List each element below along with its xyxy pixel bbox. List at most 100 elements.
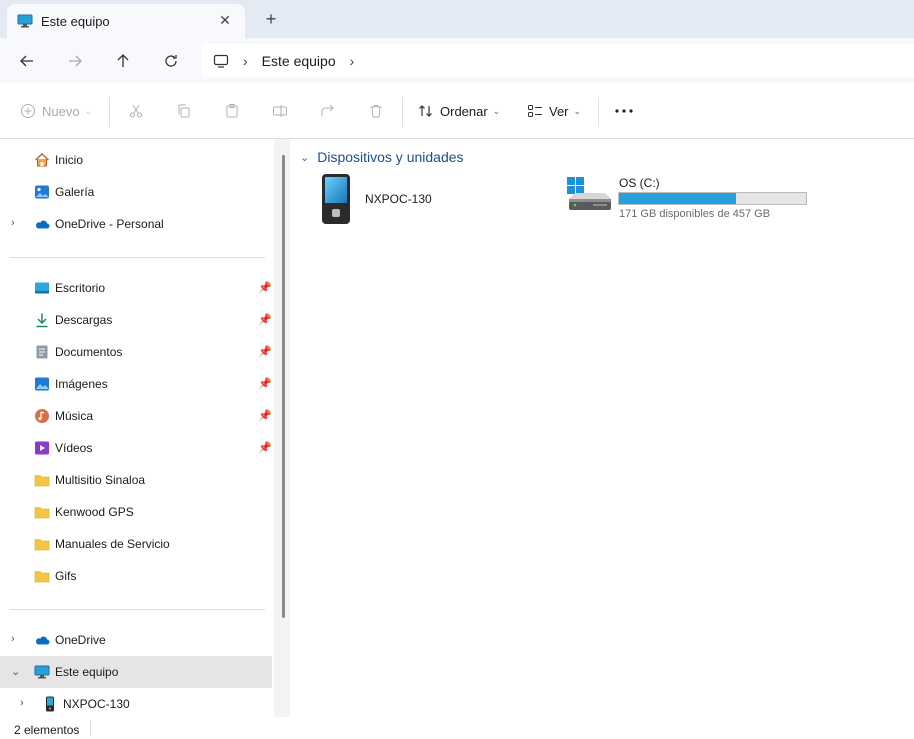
- view-icon: [528, 105, 542, 117]
- plus-icon[interactable]: +: [262, 10, 280, 28]
- pin-icon[interactable]: 📌: [258, 281, 272, 294]
- share-icon[interactable]: [320, 100, 336, 122]
- drive-usage-fill: [619, 193, 737, 204]
- videos-icon: [34, 440, 50, 456]
- sidebar-item-label: Kenwood GPS: [55, 505, 134, 519]
- sidebar-item-label: Multisitio Sinaloa: [55, 473, 146, 487]
- sidebar-item-documentos[interactable]: Documentos 📌: [0, 336, 272, 368]
- sidebar-item-galeria[interactable]: Galería: [0, 176, 272, 208]
- breadcrumb-item[interactable]: Este equipo: [262, 53, 336, 69]
- status-bar: 2 elementos: [0, 717, 914, 739]
- sidebar-item-descargas[interactable]: Descargas 📌: [0, 304, 272, 336]
- device-tile-nxpoc-130[interactable]: NXPOC-130: [320, 173, 550, 229]
- tab-este-equipo[interactable]: Este equipo ✕: [7, 4, 245, 38]
- sidebar-item-nxpoc-130[interactable]: › NXPOC-130: [0, 688, 272, 717]
- sidebar-item-label: Descargas: [55, 313, 113, 327]
- sidebar-item-label: Galería: [55, 185, 95, 199]
- device-name: NXPOC-130: [365, 192, 432, 206]
- pc-icon: [34, 664, 50, 680]
- gallery-icon: [34, 184, 50, 200]
- new-button[interactable]: Nuevo ⌄: [20, 100, 92, 122]
- copy-icon[interactable]: [176, 100, 192, 122]
- sidebar-item-onedrive-personal[interactable]: › OneDrive - Personal: [0, 208, 272, 240]
- sidebar-item-label: OneDrive - Personal: [55, 217, 164, 231]
- cut-icon[interactable]: [128, 100, 144, 122]
- folder-icon: [34, 536, 50, 552]
- sidebar-item-videos[interactable]: Vídeos 📌: [0, 432, 272, 464]
- sidebar-item-label: Imágenes: [55, 377, 108, 391]
- pin-icon[interactable]: 📌: [258, 313, 272, 326]
- sidebar-scrollbar[interactable]: [282, 155, 285, 618]
- sidebar-item-label: OneDrive: [55, 633, 106, 647]
- sidebar-item-musica[interactable]: Música 📌: [0, 400, 272, 432]
- arrow-up-icon[interactable]: [112, 50, 134, 72]
- divider: [90, 721, 91, 735]
- pin-icon[interactable]: 📌: [258, 409, 272, 422]
- folder-icon: [34, 568, 50, 584]
- navigation-bar: › Este equipo ›: [0, 38, 914, 83]
- folder-icon: [34, 472, 50, 488]
- sort-icon: [419, 105, 432, 117]
- sidebar-item-label: Inicio: [55, 153, 84, 167]
- sidebar-item-label: Música: [55, 409, 94, 423]
- sidebar-item-label: Manuales de Servicio: [55, 537, 170, 551]
- sidebar-item-escritorio[interactable]: Escritorio 📌: [0, 272, 272, 304]
- folder-icon: [34, 504, 50, 520]
- desktop-icon: [34, 280, 50, 296]
- pc-icon: [17, 13, 33, 29]
- sidebar-item-kenwood-gps[interactable]: Kenwood GPS: [0, 496, 272, 528]
- drive-free-space: 171 GB disponibles de 457 GB: [619, 208, 771, 220]
- plus-circle-icon: [21, 104, 35, 118]
- phone-icon: [320, 173, 352, 225]
- navigation-pane: Inicio Galería › OneDrive - Personal Esc…: [0, 139, 274, 717]
- sidebar-item-manuales-de-servicio[interactable]: Manuales de Servicio: [0, 528, 272, 560]
- chevron-right-icon[interactable]: ›: [20, 697, 24, 709]
- chevron-down-icon: ⌄: [84, 105, 93, 116]
- chevron-down-icon: ⌄: [573, 105, 582, 116]
- paste-icon[interactable]: [224, 100, 240, 122]
- download-icon: [34, 312, 50, 328]
- sidebar-item-multisitio-sinaloa[interactable]: Multisitio Sinaloa: [0, 464, 272, 496]
- pin-icon[interactable]: 📌: [258, 441, 272, 454]
- address-bar[interactable]: › Este equipo ›: [201, 44, 914, 77]
- pictures-icon: [34, 376, 50, 392]
- sidebar-item-imagenes[interactable]: Imágenes 📌: [0, 368, 272, 400]
- chevron-right-icon[interactable]: ›: [11, 633, 15, 645]
- rename-icon[interactable]: [272, 100, 288, 122]
- view-button[interactable]: Ver ⌄: [527, 100, 581, 122]
- arrow-left-icon[interactable]: [16, 50, 38, 72]
- sort-button[interactable]: Ordenar ⌄: [418, 100, 500, 122]
- sidebar-item-onedrive[interactable]: › OneDrive: [0, 624, 272, 656]
- sidebar-item-este-equipo[interactable]: ⌄ Este equipo: [0, 656, 272, 688]
- sidebar-item-gifs[interactable]: Gifs: [0, 560, 272, 592]
- drive-icon: [565, 175, 613, 213]
- chevron-down-icon[interactable]: ⌄: [11, 665, 20, 678]
- more-icon[interactable]: [614, 100, 634, 122]
- pin-icon[interactable]: 📌: [258, 345, 272, 358]
- phone-icon: [42, 696, 58, 712]
- tab-title: Este equipo: [41, 13, 110, 29]
- group-title: Dispositivos y unidades: [317, 149, 464, 165]
- delete-icon[interactable]: [368, 100, 384, 122]
- drive-usage-bar: [618, 192, 807, 205]
- pin-icon[interactable]: 📌: [258, 377, 272, 390]
- monitor-icon: [213, 53, 229, 69]
- group-header[interactable]: ⌄ Dispositivos y unidades: [300, 149, 464, 165]
- refresh-icon[interactable]: [160, 50, 182, 72]
- arrow-right-icon[interactable]: [64, 50, 86, 72]
- cloud-icon: [34, 632, 50, 648]
- close-icon[interactable]: ✕: [217, 12, 233, 28]
- sidebar-item-label: NXPOC-130: [63, 697, 130, 711]
- divider: [109, 97, 110, 127]
- command-bar: Nuevo ⌄ Ordenar ⌄ Ver ⌄: [0, 83, 914, 139]
- sidebar-item-label: Gifs: [55, 569, 77, 583]
- new-label: Nuevo: [42, 103, 80, 119]
- divider: [10, 257, 265, 258]
- music-icon: [34, 408, 50, 424]
- chevron-down-icon[interactable]: ⌄: [300, 151, 309, 164]
- chevron-right-icon[interactable]: ›: [350, 53, 355, 69]
- chevron-right-icon[interactable]: ›: [11, 217, 15, 229]
- sidebar-item-inicio[interactable]: Inicio: [0, 144, 272, 176]
- tab-strip: Este equipo ✕ +: [0, 0, 914, 38]
- sidebar-item-label: Documentos: [55, 345, 123, 359]
